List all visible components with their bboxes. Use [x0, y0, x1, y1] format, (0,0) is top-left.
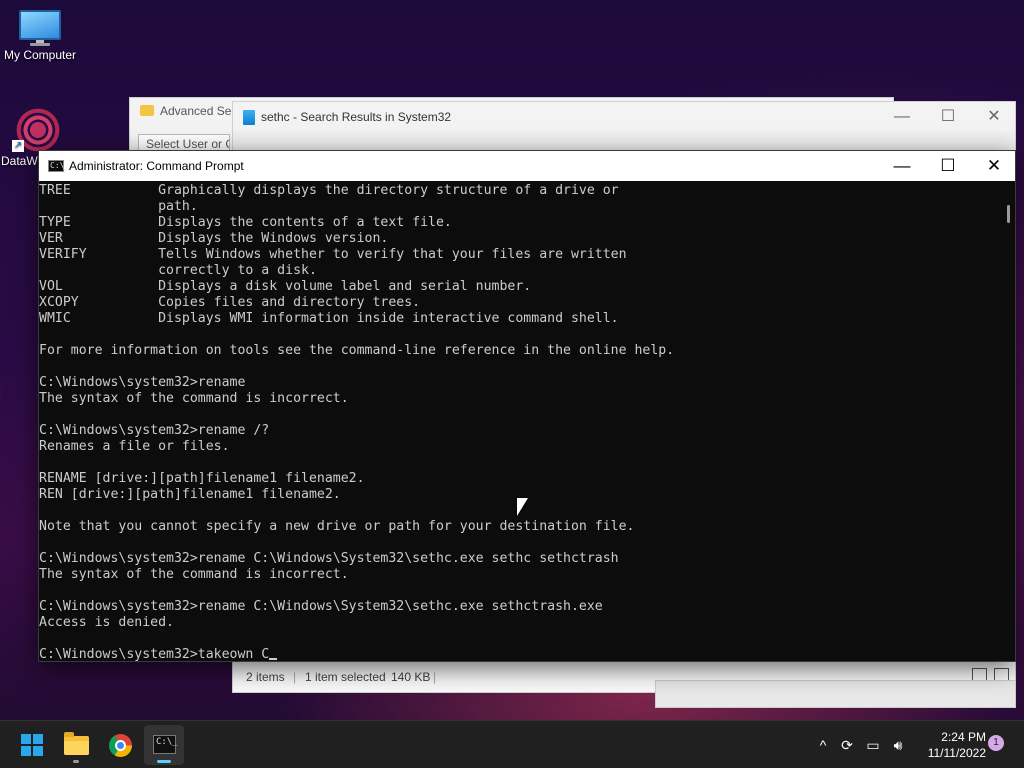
- console-line: Access is denied.: [39, 615, 174, 630]
- console-line: VERIFY Tells Windows whether to verify t…: [39, 247, 627, 262]
- command-prompt-window[interactable]: C:\_ Administrator: Command Prompt — ☐ ✕…: [38, 150, 1016, 662]
- explorer-titlebar[interactable]: sethc - Search Results in System32 — ☐ ✕: [233, 102, 1015, 132]
- maximize-button[interactable]: ☐: [925, 151, 971, 181]
- status-divider: |: [433, 670, 437, 684]
- shortcut-arrow-icon: ↗: [12, 140, 24, 152]
- dialog-window-edge: [655, 680, 1016, 708]
- taskbar: C:\_ ^ ⟳ ▭ 🔊︎ 2:24 PM 11/11/2022: [0, 720, 1024, 768]
- scrollbar[interactable]: [999, 181, 1015, 661]
- console-output[interactable]: TREE Graphically displays the directory …: [39, 181, 999, 661]
- taskbar-file-explorer[interactable]: [56, 725, 96, 765]
- window-title: Administrator: Command Prompt: [69, 159, 244, 173]
- console-line: Note that you cannot specify a new drive…: [39, 519, 635, 534]
- clock-time: 2:24 PM: [941, 730, 986, 744]
- clock[interactable]: 2:24 PM 11/11/2022: [912, 729, 986, 761]
- console-line: TREE Graphically displays the directory …: [39, 183, 619, 198]
- clock-date: 11/11/2022: [927, 746, 986, 760]
- cmd-icon: C:\_: [48, 160, 70, 172]
- maximize-button[interactable]: ☐: [925, 102, 971, 132]
- prompt-input[interactable]: C:\Windows\system32>takeown C: [39, 647, 269, 661]
- folder-icon: [140, 105, 154, 116]
- tray-chevron-icon[interactable]: ^: [812, 721, 834, 768]
- close-button[interactable]: ✕: [971, 151, 1017, 181]
- notification-badge[interactable]: 1: [988, 735, 1004, 751]
- console-line: The syntax of the command is incorrect.: [39, 391, 349, 406]
- console-line: path.: [39, 199, 198, 214]
- volume-icon[interactable]: 🔊︎: [886, 721, 910, 768]
- mouse-pointer-icon: [517, 498, 528, 516]
- terminal-icon: C:\_: [153, 735, 178, 754]
- status-divider: |: [293, 670, 297, 684]
- window-title: sethc - Search Results in System32: [261, 110, 452, 124]
- minimize-button[interactable]: —: [879, 102, 925, 132]
- console-line: C:\Windows\system32>rename /?: [39, 423, 270, 438]
- computer-icon: [19, 10, 61, 46]
- search-results-icon: [243, 110, 255, 125]
- console-line: C:\Windows\system32>rename C:\Windows\Sy…: [39, 599, 603, 614]
- taskbar-chrome[interactable]: [100, 725, 140, 765]
- start-button[interactable]: [12, 725, 52, 765]
- chrome-icon: [109, 734, 132, 757]
- console-line: C:\Windows\system32>rename: [39, 375, 246, 390]
- console-line: VOL Displays a disk volume label and ser…: [39, 279, 532, 294]
- network-icon[interactable]: ▭: [862, 721, 884, 768]
- desktop-icon-my-computer[interactable]: My Computer: [0, 10, 80, 62]
- minimize-button[interactable]: —: [879, 151, 925, 181]
- status-item-count: 2 items: [246, 670, 285, 684]
- console-line: correctly to a disk.: [39, 263, 317, 278]
- console-line: TYPE Displays the contents of a text fil…: [39, 215, 452, 230]
- windows-logo-icon: [21, 734, 43, 756]
- console-line: C:\Windows\system32>rename C:\Windows\Sy…: [39, 551, 619, 566]
- prompt-line[interactable]: C:\Windows\system32>takeown C: [39, 647, 999, 661]
- console-line: The syntax of the command is incorrect.: [39, 567, 349, 582]
- desktop-icon-label: My Computer: [3, 48, 77, 62]
- console-line: WMIC Displays WMI information inside int…: [39, 311, 619, 326]
- sync-icon[interactable]: ⟳: [836, 721, 858, 768]
- console-line: For more information on tools see the co…: [39, 343, 675, 358]
- text-cursor: [269, 658, 278, 660]
- close-button[interactable]: ✕: [971, 102, 1017, 132]
- folder-icon: [64, 732, 89, 755]
- active-indicator: [157, 760, 171, 763]
- console-line: RENAME [drive:][path]filename1 filename2…: [39, 471, 365, 486]
- status-size: 140 KB: [391, 670, 431, 684]
- running-indicator: [73, 760, 79, 763]
- console-line: XCOPY Copies files and directory trees.: [39, 295, 421, 310]
- console-line: Renames a file or files.: [39, 439, 230, 454]
- console-line: VER Displays the Windows version.: [39, 231, 389, 246]
- window-title: Advanced Sec: [140, 104, 237, 118]
- scrollbar-thumb[interactable]: [1007, 205, 1010, 223]
- cmd-titlebar[interactable]: C:\_ Administrator: Command Prompt — ☐ ✕: [39, 151, 1015, 181]
- status-selected: 1 item selected: [305, 670, 386, 684]
- taskbar-command-prompt[interactable]: C:\_: [144, 725, 184, 765]
